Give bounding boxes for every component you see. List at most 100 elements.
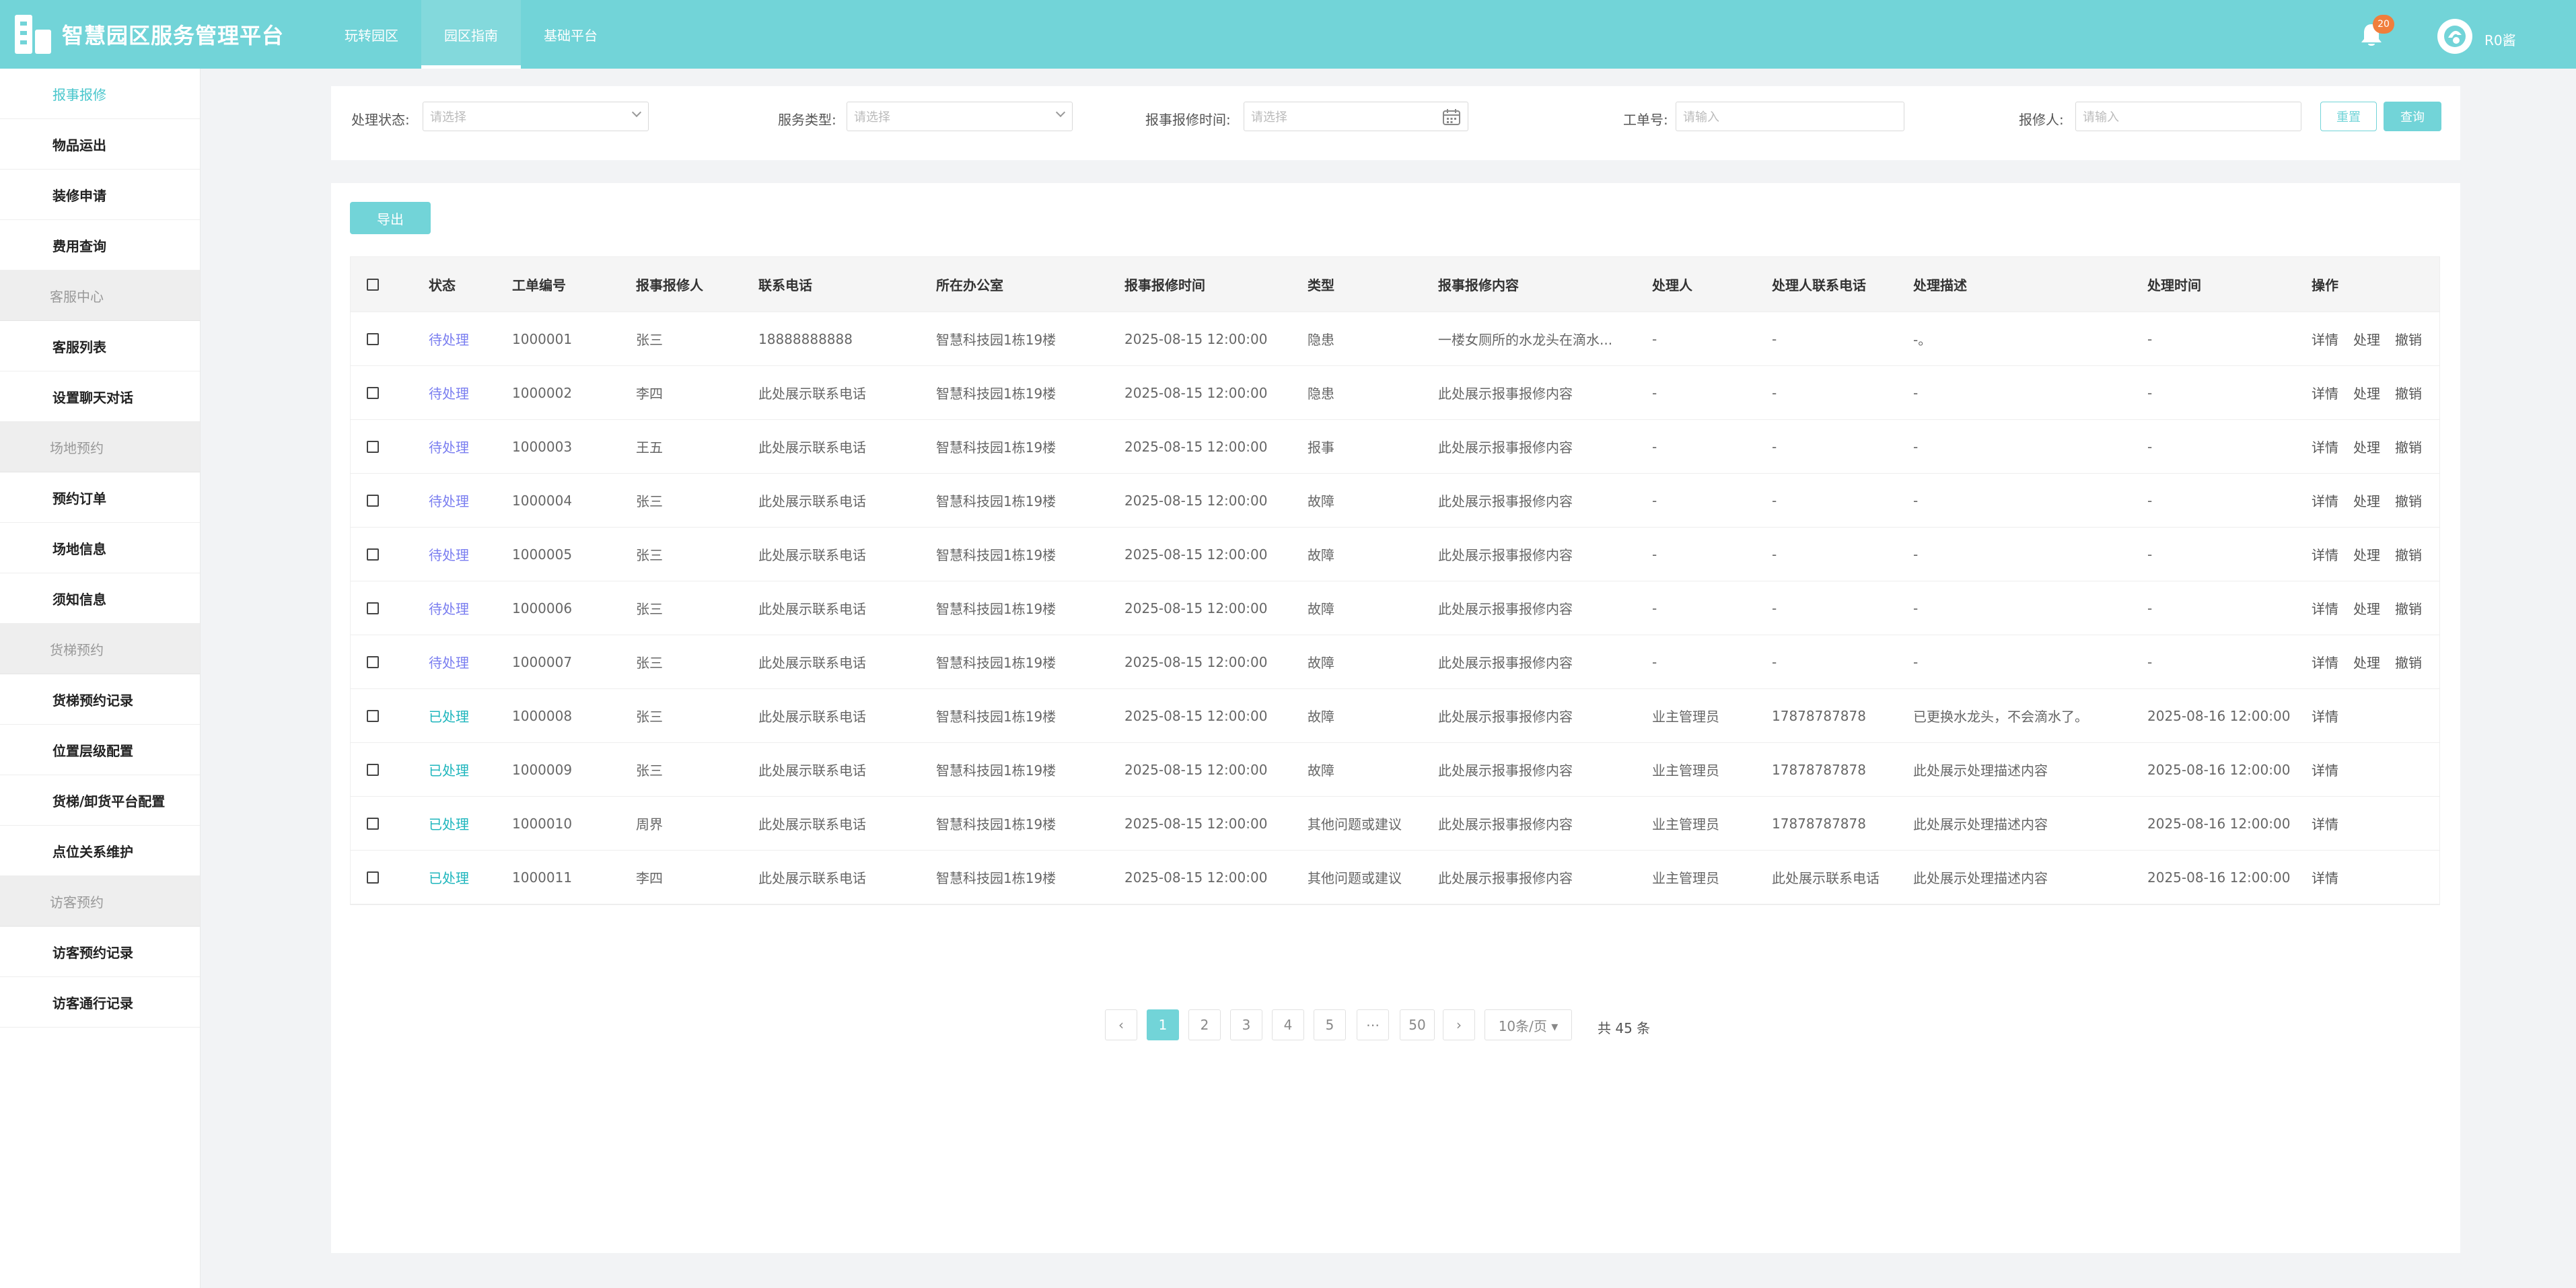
revoke-link[interactable]: 撤销	[2395, 491, 2422, 510]
top-nav: 玩转园区 园区指南 基础平台	[322, 0, 620, 69]
sidebar-item[interactable]: 预约订单	[0, 472, 200, 523]
row-select-cell	[367, 851, 379, 904]
handler-phone-cell: -	[1772, 384, 1777, 401]
status-text[interactable]: 待处理	[429, 581, 469, 635]
sidebar-item[interactable]: 报事报修	[0, 69, 200, 119]
status-text[interactable]: 待处理	[429, 474, 469, 527]
detail-link[interactable]: 详情	[2312, 867, 2338, 887]
page-number-button[interactable]: 1	[1147, 1009, 1179, 1040]
row-checkbox[interactable]	[367, 548, 379, 561]
export-button[interactable]: 导出	[350, 202, 431, 234]
top-nav-item[interactable]: 玩转园区	[322, 0, 421, 69]
row-actions: 详情 处理 撤销	[2312, 581, 2437, 635]
handle-link[interactable]: 处理	[2353, 383, 2380, 402]
phone-cell: 此处展示联系电话	[758, 870, 866, 886]
page-number-button[interactable]: 3	[1230, 1009, 1262, 1040]
sidebar-item[interactable]: 费用查询	[0, 220, 200, 271]
handle-link[interactable]: 处理	[2353, 491, 2380, 510]
handle-link[interactable]: 处理	[2353, 329, 2380, 349]
handler-cell: -	[1652, 653, 1657, 670]
prev-page-button[interactable]: ‹	[1105, 1009, 1137, 1040]
revoke-link[interactable]: 撤销	[2395, 544, 2422, 564]
table-header-cell: 报事报修人	[636, 277, 703, 293]
handle-link[interactable]: 处理	[2353, 437, 2380, 456]
username[interactable]: R0酱	[2484, 30, 2516, 49]
order-number-input[interactable]: 请输入	[1676, 102, 1904, 131]
next-page-button[interactable]: ›	[1443, 1009, 1475, 1040]
row-checkbox[interactable]	[367, 494, 379, 507]
status-text[interactable]: 待处理	[429, 366, 469, 419]
avatar[interactable]	[2437, 19, 2472, 54]
logo[interactable]: 智慧园区服务管理平台	[13, 0, 284, 69]
row-checkbox[interactable]	[367, 440, 379, 453]
status-select[interactable]: 请选择	[423, 102, 649, 131]
detail-link[interactable]: 详情	[2312, 491, 2338, 510]
detail-link[interactable]: 详情	[2312, 544, 2338, 564]
row-checkbox[interactable]	[367, 709, 379, 722]
handle-time-cell: -	[2147, 330, 2153, 347]
sidebar-item[interactable]: 货梯/卸货平台配置	[0, 775, 200, 826]
status-text[interactable]: 已处理	[429, 743, 469, 796]
top-nav-item[interactable]: 园区指南	[421, 0, 522, 69]
reporter-input[interactable]: 请输入	[2075, 102, 2301, 131]
handle-link[interactable]: 处理	[2353, 652, 2380, 672]
query-button[interactable]: 查询	[2384, 102, 2441, 131]
select-all-checkbox[interactable]	[367, 278, 379, 291]
last-page-button[interactable]: 50	[1400, 1009, 1435, 1040]
order-id-cell: 1000002	[512, 384, 573, 401]
row-checkbox[interactable]	[367, 817, 379, 830]
sidebar-item[interactable]: 货梯预约记录	[0, 674, 200, 725]
sidebar-item[interactable]: 访客通行记录	[0, 977, 200, 1028]
sidebar-item[interactable]: 点位关系维护	[0, 826, 200, 876]
handler-phone-cell: 此处展示联系电话	[1772, 870, 1880, 886]
detail-link[interactable]: 详情	[2312, 383, 2338, 402]
sidebar-item[interactable]: 客服列表	[0, 321, 200, 371]
sidebar-item[interactable]: 须知信息	[0, 573, 200, 624]
sidebar-item[interactable]: 物品运出	[0, 119, 200, 170]
status-text[interactable]: 待处理	[429, 312, 469, 365]
detail-link[interactable]: 详情	[2312, 652, 2338, 672]
sidebar-item[interactable]: 位置层级配置	[0, 725, 200, 775]
status-text[interactable]: 待处理	[429, 420, 469, 473]
status-text[interactable]: 待处理	[429, 635, 469, 688]
reset-button[interactable]: 重置	[2320, 102, 2377, 131]
report-time-picker[interactable]: 请选择	[1244, 102, 1468, 131]
row-checkbox[interactable]	[367, 655, 379, 668]
detail-link[interactable]: 详情	[2312, 706, 2338, 725]
content-cell: 此处展示报事报修内容	[1438, 762, 1573, 779]
sidebar-item[interactable]: 访客预约记录	[0, 927, 200, 977]
revoke-link[interactable]: 撤销	[2395, 652, 2422, 672]
status-text[interactable]: 已处理	[429, 689, 469, 742]
revoke-link[interactable]: 撤销	[2395, 383, 2422, 402]
revoke-link[interactable]: 撤销	[2395, 329, 2422, 349]
revoke-link[interactable]: 撤销	[2395, 437, 2422, 456]
detail-link[interactable]: 详情	[2312, 814, 2338, 833]
reporter-cell: 张三	[636, 709, 663, 725]
sidebar-item[interactable]: 设置聊天对话	[0, 371, 200, 422]
status-text[interactable]: 已处理	[429, 797, 469, 850]
detail-link[interactable]: 详情	[2312, 760, 2338, 779]
handle-link[interactable]: 处理	[2353, 544, 2380, 564]
revoke-link[interactable]: 撤销	[2395, 598, 2422, 618]
handle-link[interactable]: 处理	[2353, 598, 2380, 618]
page-number-button[interactable]: 5	[1314, 1009, 1346, 1040]
more-pages-button[interactable]: ⋯	[1357, 1009, 1389, 1040]
page-number-button[interactable]: 2	[1188, 1009, 1221, 1040]
sidebar-item[interactable]: 装修申请	[0, 170, 200, 220]
status-text[interactable]: 已处理	[429, 851, 469, 904]
sidebar-item[interactable]: 场地信息	[0, 523, 200, 573]
row-checkbox[interactable]	[367, 602, 379, 614]
row-checkbox[interactable]	[367, 763, 379, 776]
status-text[interactable]: 待处理	[429, 528, 469, 581]
row-checkbox[interactable]	[367, 386, 379, 399]
row-checkbox[interactable]	[367, 871, 379, 884]
page-size-select[interactable]: 10条/页 ▾	[1484, 1009, 1572, 1040]
page-number-button[interactable]: 4	[1272, 1009, 1304, 1040]
row-checkbox[interactable]	[367, 332, 379, 345]
detail-link[interactable]: 详情	[2312, 598, 2338, 618]
office-cell: 智慧科技园1栋19楼	[936, 870, 1057, 886]
service-type-select[interactable]: 请选择	[847, 102, 1073, 131]
detail-link[interactable]: 详情	[2312, 329, 2338, 349]
top-nav-item[interactable]: 基础平台	[521, 0, 620, 69]
detail-link[interactable]: 详情	[2312, 437, 2338, 456]
